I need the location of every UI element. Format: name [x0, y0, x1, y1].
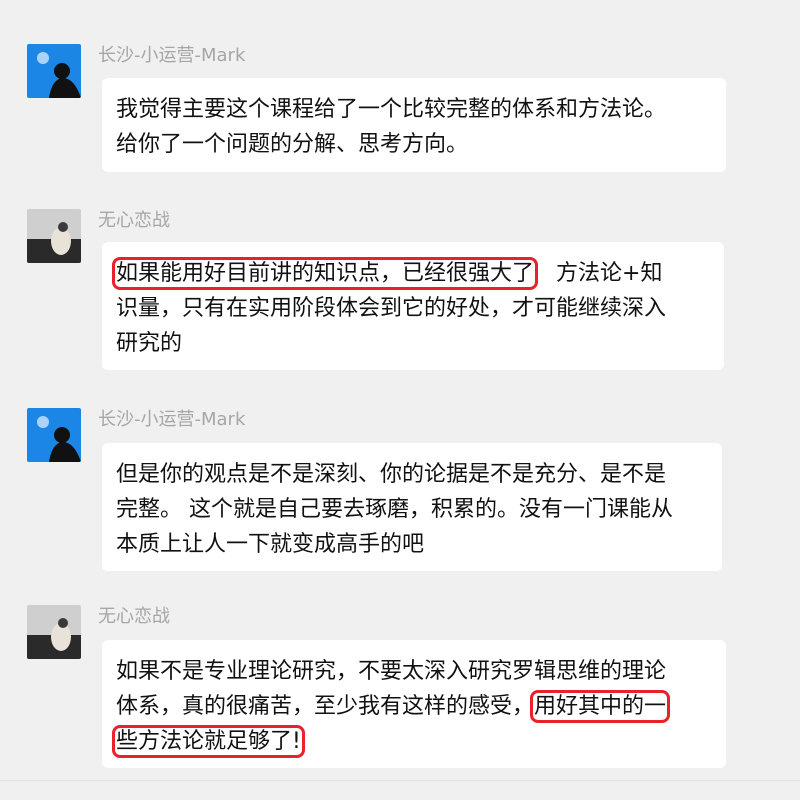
message-line: 给你了一个问题的分解、思考方向。 — [116, 132, 469, 157]
message-line: 体系，真的很痛苦，至少我有这样的感受，用好其中的一 — [116, 689, 714, 724]
message-line: 我觉得主要这个课程给了一个比较完整的体系和方法论。 — [116, 97, 667, 122]
message-bubble[interactable]: 如果能用好目前讲的知识点，已经很强大了 方法论+知 识量，只有在实用阶段体会到它的… — [102, 242, 724, 370]
avatar[interactable] — [27, 605, 81, 659]
sender-name: 无心恋战 — [98, 210, 170, 231]
avatar[interactable] — [27, 408, 81, 462]
message-line: 但是你的观点是不是深刻、你的论据是不是充分、是不是 — [116, 462, 667, 487]
sender-name: 长沙-小运营-Mark — [98, 45, 246, 66]
highlighted-text: 如果能用好目前讲的知识点，已经很强大了 — [111, 257, 539, 290]
message-line: 完整。 这个就是自己要去琢磨，积累的。没有一门课能从 — [116, 497, 673, 522]
message-line: 如果能用好目前讲的知识点，已经很强大了 方法论+知 — [111, 256, 712, 291]
message-text: 方法论+知 — [556, 261, 663, 286]
message-bubble[interactable]: 如果不是专业理论研究，不要太深入研究罗辑思维的理论 体系，真的很痛苦，至少我有这… — [102, 640, 726, 768]
avatar[interactable] — [27, 44, 81, 98]
divider — [0, 780, 800, 781]
blue-silhouette-avatar-icon — [27, 408, 81, 462]
highlighted-text: 些方法论就足够了! — [112, 725, 305, 758]
message-line: 本质上让人一下就变成高手的吧 — [116, 532, 425, 557]
message-line: 如果不是专业理论研究，不要太深入研究罗辑思维的理论 — [116, 659, 667, 684]
message-line: 些方法论就足够了! — [112, 724, 714, 759]
message-line: 识量，只有在实用阶段体会到它的好处，才可能继续深入 — [116, 296, 667, 321]
avatar[interactable] — [27, 209, 81, 263]
message-bubble[interactable]: 但是你的观点是不是深刻、你的论据是不是充分、是不是 完整。 这个就是自己要去琢磨… — [102, 443, 722, 571]
dark-photo-avatar-icon — [27, 209, 81, 263]
sender-name: 无心恋战 — [98, 606, 170, 627]
sender-name: 长沙-小运营-Mark — [98, 409, 246, 430]
dark-photo-avatar-icon — [27, 605, 81, 659]
highlighted-text: 用好其中的一 — [530, 690, 671, 723]
blue-silhouette-avatar-icon — [27, 44, 81, 98]
message-text: 体系，真的很痛苦，至少我有这样的感受， — [116, 694, 535, 719]
message-bubble[interactable]: 我觉得主要这个课程给了一个比较完整的体系和方法论。 给你了一个问题的分解、思考方… — [102, 78, 726, 172]
message-line: 研究的 — [116, 331, 183, 356]
